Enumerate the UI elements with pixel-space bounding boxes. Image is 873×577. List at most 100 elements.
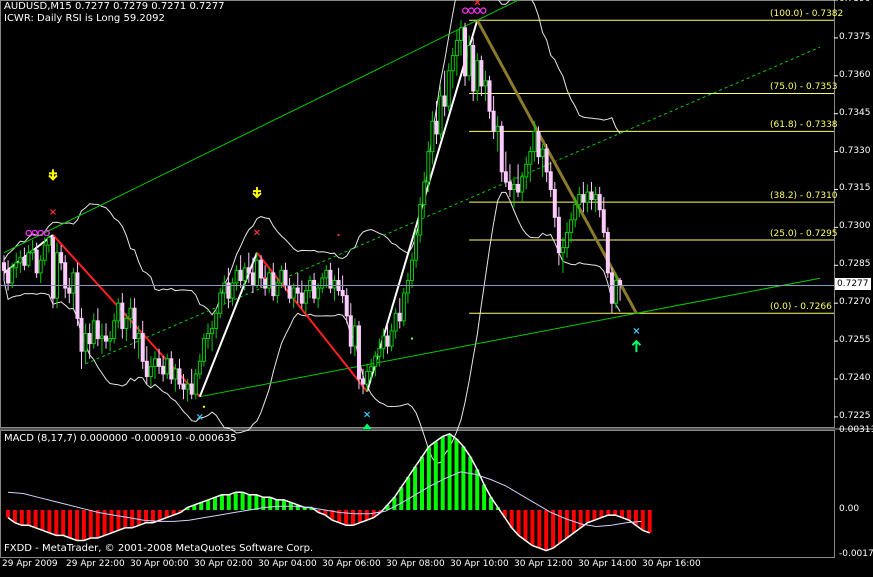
macd-histogram-bar	[627, 510, 631, 521]
candle-body	[75, 272, 80, 319]
candle-body	[312, 279, 317, 299]
signal-cross-icon: ×	[49, 207, 57, 218]
candle-body	[140, 333, 145, 362]
candle-body	[377, 348, 382, 357]
macd-histogram-bar	[26, 510, 31, 526]
macd-histogram-bar	[357, 510, 362, 523]
candle-body	[42, 244, 47, 261]
price-tick-label: 0.7360	[839, 69, 871, 80]
candle-body	[222, 282, 227, 294]
candle-body	[552, 188, 557, 218]
candle-body	[605, 231, 610, 274]
candle-body	[618, 279, 623, 287]
macd-histogram-bar	[530, 510, 535, 546]
candle-body	[479, 60, 484, 87]
candle-body	[287, 285, 292, 299]
candle-body	[303, 290, 308, 304]
chart-title: AUDUSD,M15 0.7277 0.7279 0.7271 0.7277	[4, 1, 225, 12]
chart-window[interactable]: × × × × × × AUDUSD,M15 0.7277 0.7279 0.7271 0…	[0, 0, 873, 573]
macd-tick-label: 0.003115	[839, 424, 873, 435]
candle-body	[569, 219, 574, 233]
fib-level-label: (25.0) - 0.7295	[770, 229, 838, 240]
macd-histogram-bar	[47, 510, 52, 533]
rsi-indicator-label: ICWR: Daily RSI is Long 59.2092	[4, 13, 165, 24]
macd-histogram-bar	[558, 510, 562, 544]
candle-body	[381, 335, 386, 350]
fib-level-label: (61.8) - 0.7338	[770, 120, 838, 131]
buy-arrow-icon	[631, 339, 642, 353]
fib-level-label: (38.2) - 0.7310	[770, 191, 838, 202]
macd-histogram-bar	[213, 497, 217, 511]
macd-histogram-bar	[364, 510, 369, 521]
candle-body	[536, 130, 541, 158]
candle-body	[120, 302, 125, 329]
buy-triangle-icon	[362, 423, 373, 430]
candle-body	[446, 70, 451, 107]
macd-histogram-bar	[564, 510, 569, 538]
macd-histogram-bar	[461, 446, 466, 511]
time-tick-label: 30 Apr 10:00	[450, 559, 509, 569]
signal-cross-icon: ×	[363, 409, 371, 420]
candle-body	[242, 267, 247, 281]
candle-body	[373, 355, 378, 367]
macd-histogram-bar	[537, 510, 542, 549]
time-tick-label: 30 Apr 02:00	[194, 559, 253, 569]
macd-histogram-bar	[81, 510, 86, 541]
candle-body	[99, 335, 104, 340]
candle-body	[116, 302, 121, 322]
candle-body	[91, 320, 96, 345]
macd-histogram-bar	[440, 436, 445, 511]
time-tick-label: 30 Apr 14:00	[578, 559, 637, 569]
time-tick-label: 30 Apr 04:00	[258, 559, 317, 569]
candle-body	[524, 163, 529, 178]
candle-body	[38, 259, 43, 274]
candle-body	[544, 148, 549, 173]
macd-histogram-bar	[275, 499, 280, 511]
fib-level-label: (75.0) - 0.7353	[770, 82, 838, 93]
candle-body	[389, 330, 394, 347]
candle-body	[348, 315, 353, 347]
macd-tick-label: 0.00	[839, 504, 860, 514]
candle-body	[95, 320, 100, 340]
candle-body	[161, 365, 166, 375]
candle-body	[299, 292, 304, 304]
macd-histogram-bar	[233, 492, 238, 511]
time-tick-label: 30 Apr 16:00	[642, 559, 701, 569]
candle-body	[589, 191, 594, 201]
time-tick-label: 30 Apr 08:00	[386, 559, 445, 569]
macd-histogram-bar	[585, 510, 590, 523]
current-price-tag: 0.7277	[835, 278, 871, 290]
macd-histogram-bar	[578, 510, 583, 528]
candle-body	[385, 335, 390, 347]
candle-body	[401, 292, 406, 322]
candle-body	[234, 269, 239, 284]
candle-body	[491, 110, 496, 132]
price-tick-label: 0.7375	[839, 31, 871, 42]
macd-histogram-bar	[19, 510, 24, 526]
macd-histogram-bar	[592, 510, 597, 521]
signal-dot	[337, 233, 340, 236]
candle-body	[193, 373, 198, 395]
candle-body	[271, 272, 276, 297]
macd-label: MACD (8,17,7) 0.000000 -0.000910 -0.0006…	[4, 433, 237, 444]
main-panel-frame	[0, 0, 835, 428]
candle-body	[405, 279, 410, 294]
macd-histogram-bar	[109, 510, 114, 533]
candle-body	[79, 317, 84, 352]
candle-body	[295, 287, 300, 294]
candle-body	[548, 171, 553, 190]
macd-histogram-bar	[254, 494, 259, 511]
candle-body	[483, 80, 488, 87]
channel-upper-line	[3, 0, 520, 254]
candle-body	[332, 279, 337, 289]
candle-body	[177, 368, 182, 385]
candle-body	[324, 269, 329, 279]
macd-histogram-bar	[95, 510, 100, 538]
chart-canvas[interactable]: × × × × × ×	[0, 0, 873, 573]
candle-body	[609, 272, 614, 304]
macd-histogram-bar	[157, 510, 162, 521]
candle-body	[503, 171, 508, 183]
price-tick-label: 0.7240	[839, 372, 871, 383]
candle-body	[250, 272, 255, 287]
channel-mid-line	[85, 46, 821, 365]
